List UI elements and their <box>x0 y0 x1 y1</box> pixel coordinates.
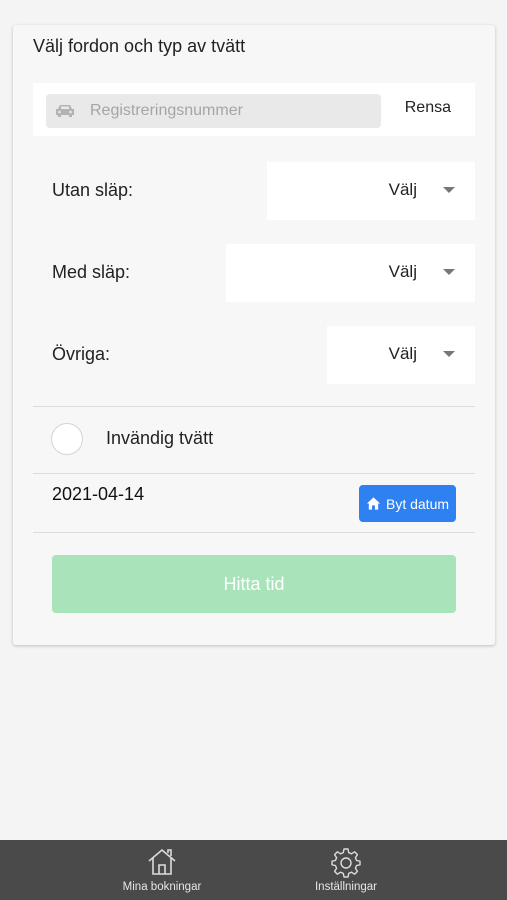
divider <box>33 406 475 407</box>
find-time-button[interactable]: Hitta tid <box>52 555 456 613</box>
tab-settings[interactable]: Inställningar <box>266 840 426 900</box>
registration-row: Registreringsnummer Rensa <box>33 83 475 136</box>
select-label-without-trailer: Utan släp: <box>52 180 134 200</box>
registration-placeholder: Registreringsnummer <box>90 102 243 119</box>
registration-input[interactable]: Registreringsnummer <box>46 94 381 128</box>
car-icon <box>56 105 74 117</box>
card-title: Välj fordon och typ av tvätt <box>33 36 246 56</box>
selected-date: 2021-04-14 <box>52 484 145 504</box>
divider <box>33 532 475 533</box>
gear-icon <box>331 848 361 878</box>
select-value: Välj <box>388 344 417 363</box>
select-without-trailer[interactable]: Välj <box>267 162 475 220</box>
select-value: Välj <box>388 180 417 199</box>
divider <box>33 473 475 474</box>
home-outline-icon <box>148 848 176 875</box>
change-date-button[interactable]: Byt datum <box>359 485 456 522</box>
select-row-without-trailer: Utan släp: Välj <box>33 162 475 220</box>
caret-down-icon <box>443 187 455 193</box>
interior-wash-checkbox[interactable] <box>51 423 83 455</box>
select-with-trailer[interactable]: Välj <box>226 244 475 302</box>
tab-my-bookings[interactable]: Mina bokningar <box>82 840 242 900</box>
select-row-other: Övriga: Välj <box>33 326 475 384</box>
select-other[interactable]: Välj <box>327 326 475 384</box>
caret-down-icon <box>443 351 455 357</box>
select-label-with-trailer: Med släp: <box>52 262 131 282</box>
select-value: Välj <box>388 262 417 281</box>
select-row-with-trailer: Med släp: Välj <box>33 244 475 302</box>
change-date-label: Byt datum <box>385 495 450 512</box>
wash-selection-card: Välj fordon och typ av tvätt Registrerin… <box>13 25 495 645</box>
home-icon <box>366 497 381 510</box>
caret-down-icon <box>443 269 455 275</box>
select-label-other: Övriga: <box>52 344 111 364</box>
bottom-tab-bar: Mina bokningar Inställningar <box>0 840 507 900</box>
tab-label: Mina bokningar <box>122 881 202 893</box>
interior-wash-label: Invändig tvätt <box>106 428 214 448</box>
clear-button[interactable]: Rensa <box>405 99 451 117</box>
tab-label: Inställningar <box>314 881 377 893</box>
